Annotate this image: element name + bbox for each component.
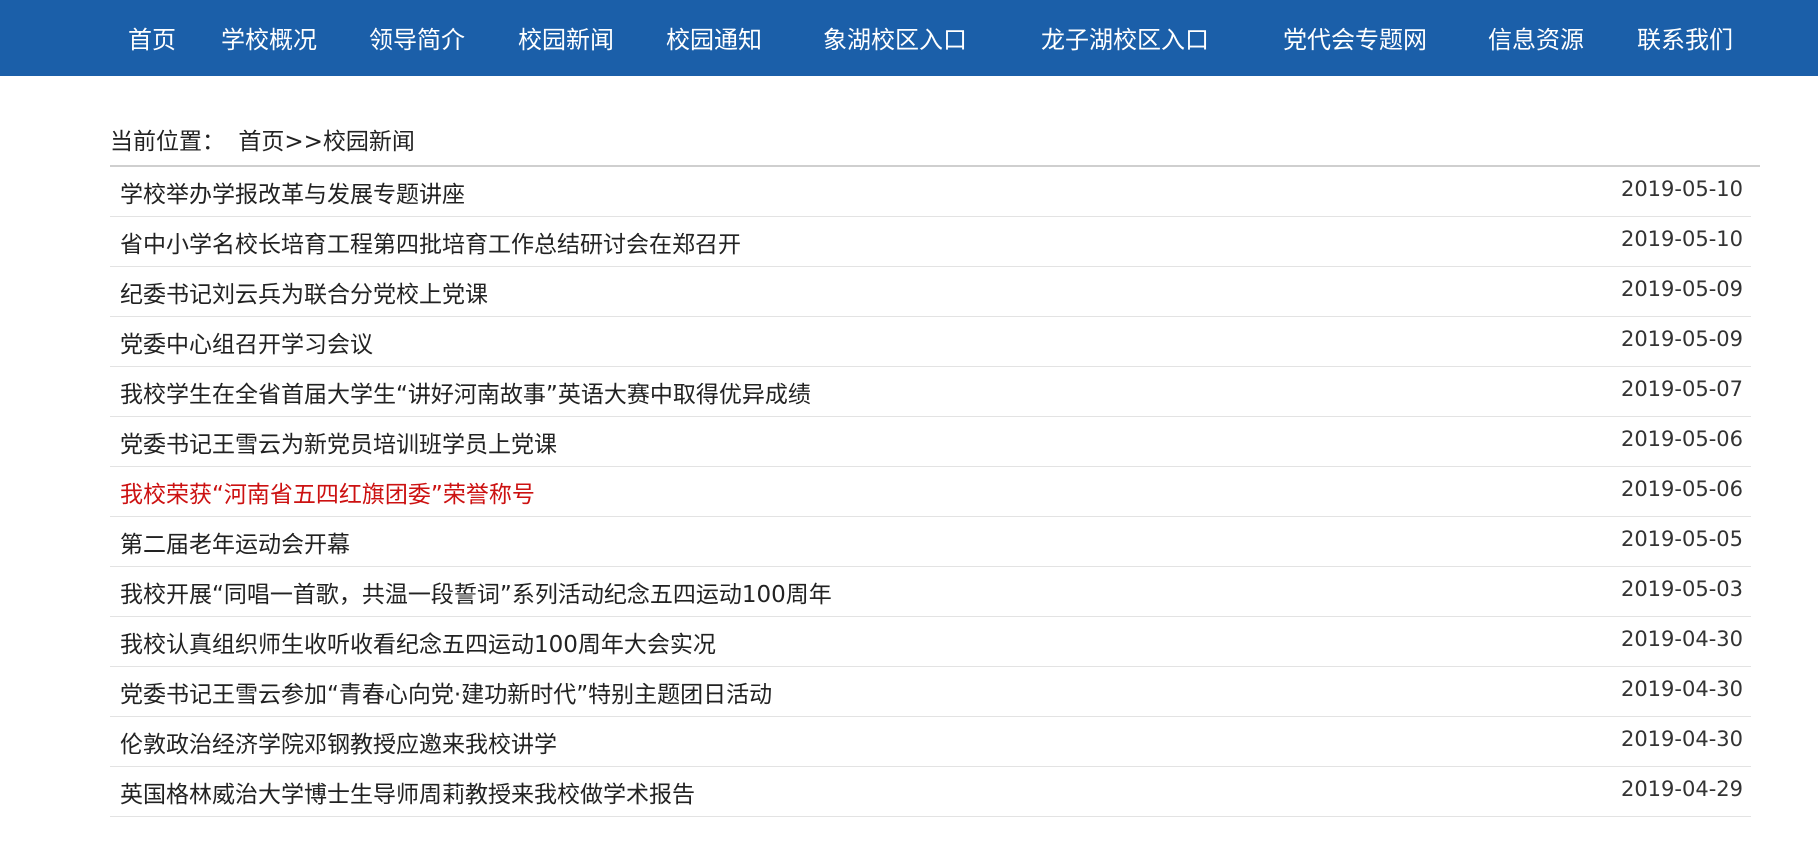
news-date: 2019-04-30: [1620, 677, 1743, 701]
news-title-link[interactable]: 党委书记王雪云为新党员培训班学员上党课: [120, 425, 557, 459]
news-title-link[interactable]: 英国格林威治大学博士生导师周莉教授来我校做学术报告: [120, 775, 695, 809]
news-row: 党委书记王雪云为新党员培训班学员上党课 2019-05-06: [110, 417, 1751, 467]
nav-item-school-overview[interactable]: 学校概况: [221, 0, 317, 76]
news-title-link[interactable]: 党委书记王雪云参加“青春心向党·建功新时代”特别主题团日活动: [120, 675, 772, 709]
news-title-link[interactable]: 我校认真组织师生收听收看纪念五四运动100周年大会实况: [120, 625, 716, 659]
nav-item-party-congress[interactable]: 党代会专题网: [1283, 0, 1427, 76]
nav-item-campus-news[interactable]: 校园新闻: [518, 0, 614, 76]
news-date: 2019-05-05: [1620, 527, 1743, 551]
news-list: 学校举办学报改革与发展专题讲座 2019-05-10 省中小学名校长培育工程第四批培…: [110, 167, 1751, 817]
news-row: 学校举办学报改革与发展专题讲座 2019-05-10: [110, 167, 1751, 217]
nav-item-xianghu-campus[interactable]: 象湖校区入口: [823, 0, 967, 76]
news-date: 2019-05-10: [1620, 227, 1743, 251]
news-date: 2019-05-03: [1620, 577, 1743, 601]
news-date: 2019-05-06: [1620, 477, 1743, 501]
breadcrumb-separator: >>: [284, 129, 323, 155]
nav-item-info-resources[interactable]: 信息资源: [1488, 0, 1584, 76]
nav-item-campus-notices[interactable]: 校园通知: [666, 0, 762, 76]
news-title-link[interactable]: 我校学生在全省首届大学生“讲好河南故事”英语大赛中取得优异成绩: [120, 375, 811, 409]
breadcrumb-prefix: 当前位置：: [110, 129, 225, 155]
news-date: 2019-05-10: [1620, 177, 1743, 201]
nav-item-leadership[interactable]: 领导简介: [369, 0, 465, 76]
news-date: 2019-05-07: [1620, 377, 1743, 401]
news-date: 2019-04-30: [1620, 727, 1743, 751]
news-title-link[interactable]: 学校举办学报改革与发展专题讲座: [120, 175, 465, 209]
news-title-link[interactable]: 我校开展“同唱一首歌，共温一段誓词”系列活动纪念五四运动100周年: [120, 575, 832, 609]
news-title-link[interactable]: 伦敦政治经济学院邓钢教授应邀来我校讲学: [120, 725, 557, 759]
news-row: 英国格林威治大学博士生导师周莉教授来我校做学术报告 2019-04-29: [110, 767, 1751, 817]
news-title-link[interactable]: 党委中心组召开学习会议: [120, 325, 373, 359]
news-date: 2019-04-30: [1620, 627, 1743, 651]
nav-item-longzihu-campus[interactable]: 龙子湖校区入口: [1041, 0, 1209, 76]
breadcrumb: 当前位置： 首页>>校园新闻: [110, 122, 415, 156]
news-row: 我校开展“同唱一首歌，共温一段誓词”系列活动纪念五四运动100周年 2019-05…: [110, 567, 1751, 617]
news-row: 我校认真组织师生收听收看纪念五四运动100周年大会实况 2019-04-30: [110, 617, 1751, 667]
news-title-link[interactable]: 第二届老年运动会开幕: [120, 525, 350, 559]
news-title-link[interactable]: 省中小学名校长培育工程第四批培育工作总结研讨会在郑召开: [120, 225, 741, 259]
news-row: 纪委书记刘云兵为联合分党校上党课 2019-05-09: [110, 267, 1751, 317]
news-row: 党委书记王雪云参加“青春心向党·建功新时代”特别主题团日活动 2019-04-30: [110, 667, 1751, 717]
news-date: 2019-05-09: [1620, 327, 1743, 351]
news-date: 2019-04-29: [1620, 777, 1743, 801]
news-row: 第二届老年运动会开幕 2019-05-05: [110, 517, 1751, 567]
top-navigation-bar: 首页 学校概况 领导简介 校园新闻 校园通知 象湖校区入口 龙子湖校区入口 党代…: [0, 0, 1818, 76]
news-title-link[interactable]: 纪委书记刘云兵为联合分党校上党课: [120, 275, 488, 309]
news-row: 党委中心组召开学习会议 2019-05-09: [110, 317, 1751, 367]
nav-item-home[interactable]: 首页: [128, 0, 176, 76]
news-row: 我校荣获“河南省五四红旗团委”荣誉称号 2019-05-06: [110, 467, 1751, 517]
news-title-link[interactable]: 我校荣获“河南省五四红旗团委”荣誉称号: [120, 475, 535, 509]
news-date: 2019-05-09: [1620, 277, 1743, 301]
news-row: 伦敦政治经济学院邓钢教授应邀来我校讲学 2019-04-30: [110, 717, 1751, 767]
breadcrumb-home-link[interactable]: 首页: [238, 129, 284, 155]
news-row: 省中小学名校长培育工程第四批培育工作总结研讨会在郑召开 2019-05-10: [110, 217, 1751, 267]
breadcrumb-current: 校园新闻: [322, 129, 415, 155]
news-date: 2019-05-06: [1620, 427, 1743, 451]
nav-item-contact-us[interactable]: 联系我们: [1637, 0, 1733, 76]
news-row: 我校学生在全省首届大学生“讲好河南故事”英语大赛中取得优异成绩 2019-05-0…: [110, 367, 1751, 417]
